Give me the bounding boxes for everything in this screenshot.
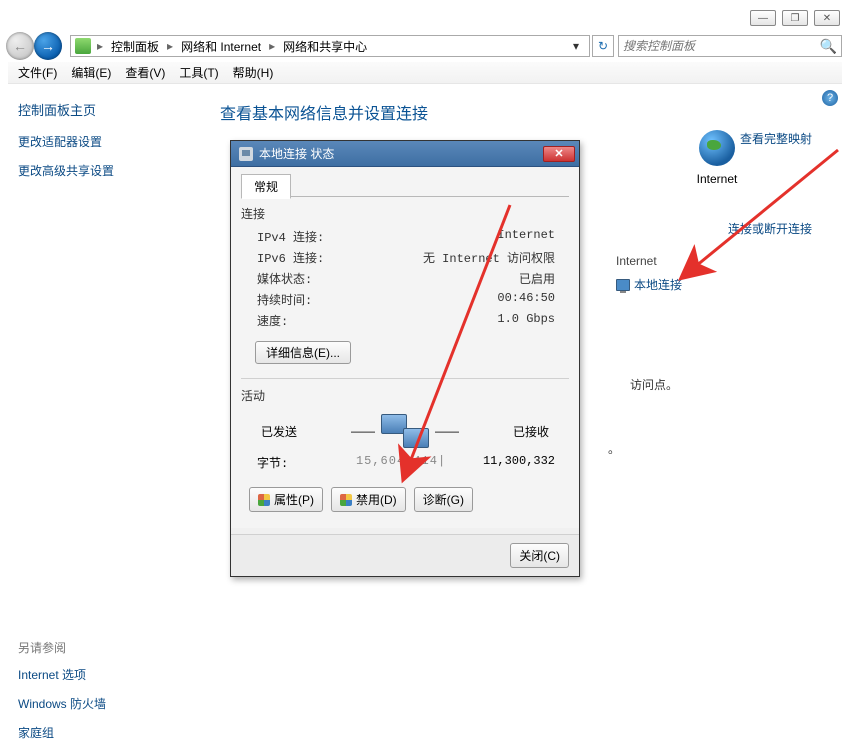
value-speed: 1.0 Gbps [387,312,569,329]
tab-strip: 常规 [241,173,569,197]
label-duration: 持续时间: [257,291,387,308]
menu-bar: 文件(F) 编辑(E) 查看(V) 工具(T) 帮助(H) [8,62,842,84]
see-also-header: 另请参阅 [18,639,198,656]
nav-forward-button[interactable]: → [34,32,62,60]
control-panel-icon [75,38,91,54]
label-media-state: 媒体状态: [257,270,387,287]
shield-icon [340,494,352,506]
view-full-map-link[interactable]: 查看完整映射 [740,130,812,147]
window-minimize-button[interactable]: — [750,10,776,26]
activity-monitors-icon [381,414,429,448]
dash-icon: —— [351,424,375,438]
see-also-internet-options[interactable]: Internet 选项 [18,666,198,683]
value-bytes-sent: 15,604,414 [356,454,438,471]
value-duration: 00:46:50 [387,291,569,308]
see-also-homegroup[interactable]: 家庭组 [18,724,198,741]
chevron-right-icon: ▸ [167,39,173,53]
label-bytes: 字节: [257,454,356,471]
label-ipv6: IPv6 连接: [257,249,387,266]
dialog-titlebar[interactable]: 本地连接 状态 ✕ [231,141,579,167]
value-media-state: 已启用 [387,270,569,287]
page-title: 查看基本网络信息并设置连接 [220,100,842,124]
menu-tools[interactable]: 工具(T) [179,64,218,81]
section-activity: 活动 [241,387,569,404]
menu-help[interactable]: 帮助(H) [233,64,274,81]
tab-general[interactable]: 常规 [241,174,291,199]
disable-label: 禁用(D) [356,491,397,508]
dialog-title: 本地连接 状态 [259,145,543,162]
chevron-right-icon: ▸ [97,39,103,53]
internet-label: Internet [622,172,812,186]
diagnose-label: 诊断(G) [423,491,464,508]
section-connection: 连接 [241,205,569,222]
details-button[interactable]: 详细信息(E)... [255,341,351,364]
breadcrumb-item[interactable]: 控制面板 [105,38,165,55]
nav-back-button[interactable]: ← [6,32,34,60]
label-speed: 速度: [257,312,387,329]
address-dropdown-icon[interactable]: ▾ [567,39,585,53]
separator: | [438,454,446,471]
fragment-text: 访问点。 [630,376,678,393]
connect-disconnect-link[interactable]: 连接或断开连接 [728,220,812,237]
local-connection-link[interactable]: 本地连接 [616,276,682,293]
divider [241,378,569,379]
sidebar-home[interactable]: 控制面板主页 [18,100,198,119]
local-connection-status-dialog: 本地连接 状态 ✕ 常规 连接 IPv4 连接:Internet IPv6 连接… [230,140,580,577]
refresh-button[interactable]: ↻ [592,35,614,57]
internet-globe-icon [699,130,735,166]
sidebar: 控制面板主页 更改适配器设置 更改高级共享设置 另请参阅 Internet 选项… [18,100,198,753]
breadcrumb-item[interactable]: 网络和共享中心 [277,38,373,55]
internet-status-label: Internet [616,254,682,268]
close-button[interactable]: 关闭(C) [510,543,569,568]
address-bar[interactable]: ▸ 控制面板 ▸ 网络和 Internet ▸ 网络和共享中心 ▾ [70,35,590,57]
search-icon[interactable]: 🔍 [820,38,837,55]
properties-label: 属性(P) [274,491,314,508]
value-ipv6: 无 Internet 访问权限 [387,249,569,266]
chevron-right-icon: ▸ [269,39,275,53]
menu-file[interactable]: 文件(F) [18,64,57,81]
label-sent: 已发送 [261,423,297,440]
local-connection-label: 本地连接 [634,276,682,293]
search-input[interactable] [623,39,820,53]
fragment-text: 。 [608,440,620,457]
dialog-close-button[interactable]: ✕ [543,146,575,162]
search-box[interactable]: 🔍 [618,35,842,57]
disable-button[interactable]: 禁用(D) [331,487,406,512]
window-close-button[interactable]: ✕ [814,10,840,26]
menu-edit[interactable]: 编辑(E) [71,64,111,81]
breadcrumb-item[interactable]: 网络和 Internet [175,38,267,55]
window-maximize-button[interactable]: ❐ [782,10,808,26]
navigation-bar: ← → ▸ 控制面板 ▸ 网络和 Internet ▸ 网络和共享中心 ▾ ↻ … [6,32,842,60]
adapter-icon [239,147,253,161]
shield-icon [258,494,270,506]
properties-button[interactable]: 属性(P) [249,487,323,512]
see-also-firewall[interactable]: Windows 防火墙 [18,695,198,712]
sidebar-item-adapter-settings[interactable]: 更改适配器设置 [18,133,198,150]
value-ipv4: Internet [387,228,569,245]
value-bytes-received: 11,300,332 [446,454,555,471]
menu-view[interactable]: 查看(V) [125,64,165,81]
sidebar-item-advanced-sharing[interactable]: 更改高级共享设置 [18,162,198,179]
label-received: 已接收 [513,423,549,440]
label-ipv4: IPv4 连接: [257,228,387,245]
dash-icon: —— [435,424,459,438]
adapter-icon [616,279,630,291]
diagnose-button[interactable]: 诊断(G) [414,487,473,512]
